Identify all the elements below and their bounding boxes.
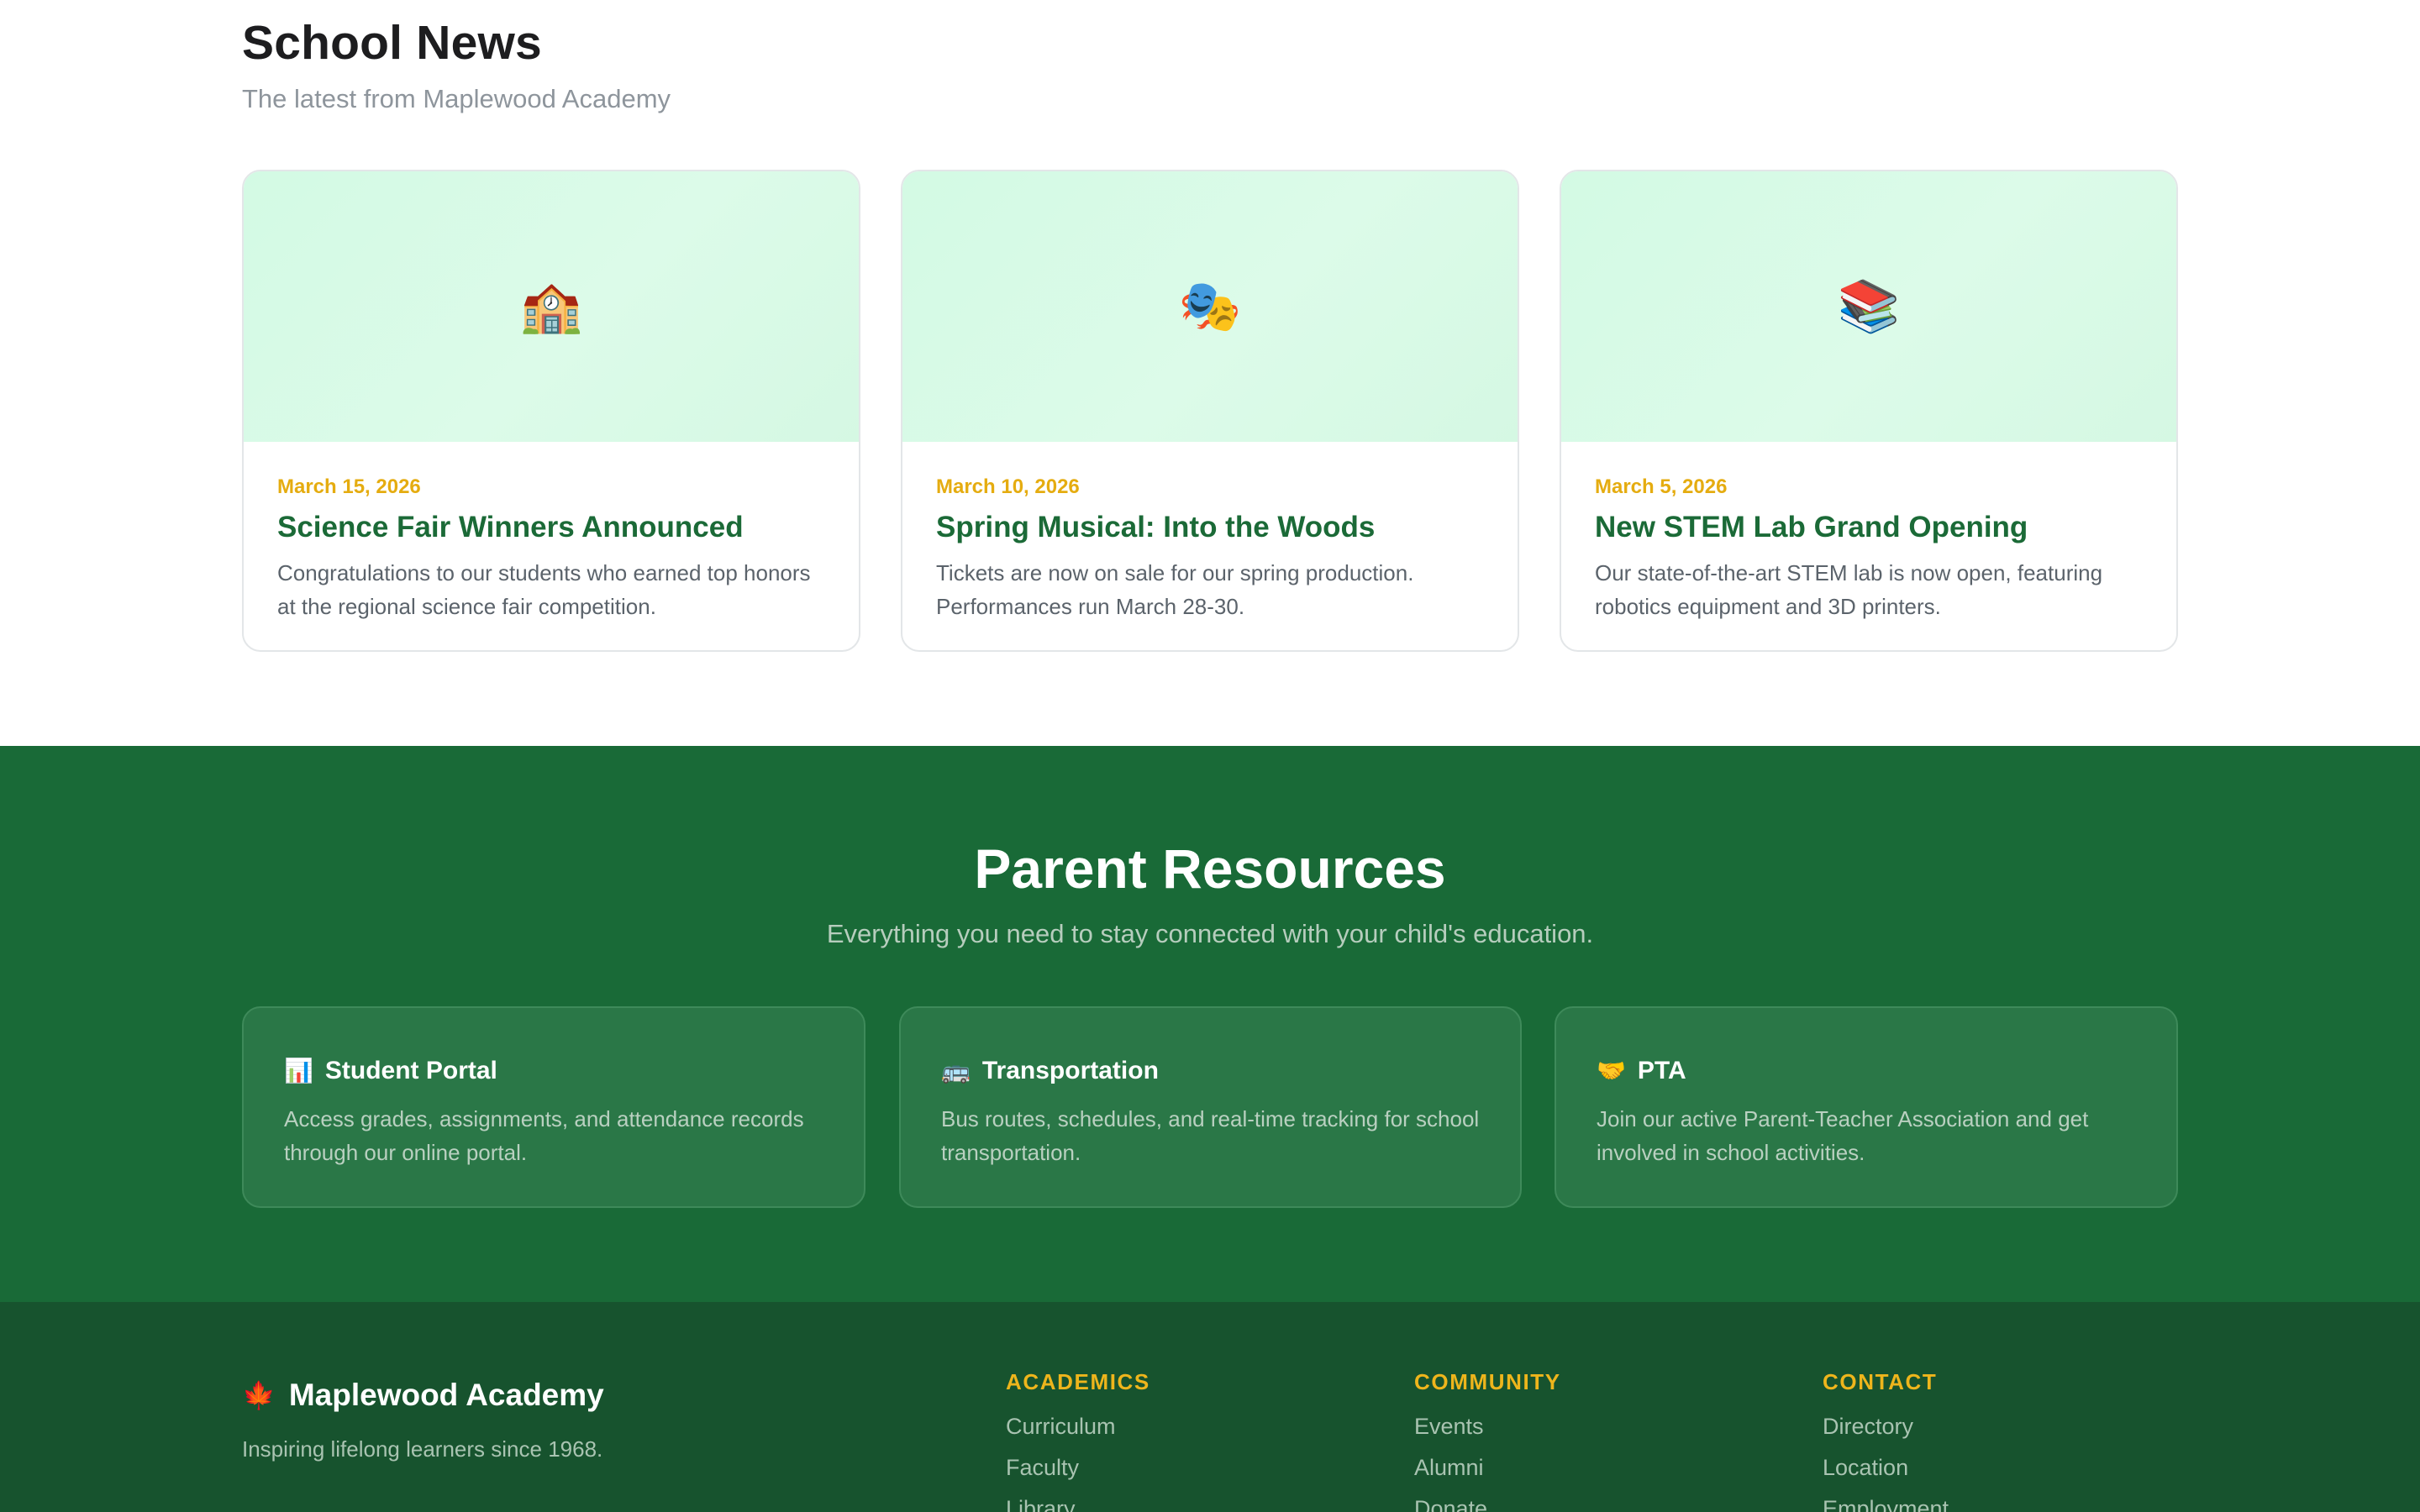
site-footer: 🍁 Maplewood Academy Inspiring lifelong l… [0, 1302, 2420, 1512]
footer-link-events[interactable]: Events [1414, 1414, 1750, 1440]
news-headline[interactable]: New STEM Lab Grand Opening [1595, 511, 2143, 544]
footer-column-community: COMMUNITY Events Alumni Donate [1414, 1369, 1750, 1512]
footer-link-curriculum[interactable]: Curriculum [1006, 1414, 1342, 1440]
news-card-image: 🏫 [244, 171, 859, 442]
news-excerpt: Congratulations to our students who earn… [277, 560, 811, 619]
theater-masks-icon: 🎭 [1178, 278, 1242, 334]
news-card-image: 📚 [1561, 171, 2176, 442]
news-headline[interactable]: Spring Musical: Into the Woods [936, 511, 1484, 544]
news-headline[interactable]: Science Fair Winners Announced [277, 511, 825, 544]
resource-card-student-portal[interactable]: 📊 Student Portal Access grades, assignme… [242, 1006, 865, 1208]
resource-description: Join our active Parent-Teacher Associati… [1597, 1106, 2089, 1165]
footer-brand[interactable]: 🍁 Maplewood Academy [242, 1378, 604, 1413]
news-card[interactable]: 🎭 March 10, 2026 Spring Musical: Into th… [901, 170, 1519, 652]
footer-link-directory[interactable]: Directory [1823, 1414, 2159, 1440]
brand-name: Maplewood Academy [288, 1378, 604, 1412]
news-date: March 15, 2026 [277, 475, 421, 498]
resource-card-pta[interactable]: 🤝 PTA Join our active Parent-Teacher Ass… [1555, 1006, 2178, 1208]
books-icon: 📚 [1837, 278, 1901, 334]
news-date: March 5, 2026 [1595, 475, 1728, 498]
news-card[interactable]: 📚 March 5, 2026 New STEM Lab Grand Openi… [1560, 170, 2178, 652]
school-building-icon: 🏫 [519, 278, 583, 334]
bar-chart-icon: 📊 [284, 1058, 313, 1084]
resource-title: PTA [1637, 1057, 1686, 1084]
footer-column-heading: CONTACT [1823, 1369, 1938, 1394]
school-news-section: School News The latest from Maplewood Ac… [0, 0, 2420, 746]
resource-description: Access grades, assignments, and attendan… [284, 1106, 804, 1165]
footer-column-academics: ACADEMICS Curriculum Faculty Library [1006, 1369, 1342, 1512]
news-excerpt: Tickets are now on sale for our spring p… [936, 560, 1414, 619]
maple-leaf-icon: 🍁 [242, 1380, 276, 1410]
footer-column-heading: COMMUNITY [1414, 1369, 1561, 1394]
footer-column-heading: ACADEMICS [1006, 1369, 1150, 1394]
footer-link-employment[interactable]: Employment [1823, 1496, 2159, 1512]
footer-column-contact: CONTACT Directory Location Employment [1823, 1369, 2159, 1512]
resource-card-transportation[interactable]: 🚌 Transportation Bus routes, schedules, … [899, 1006, 1522, 1208]
news-card-image: 🎭 [902, 171, 1518, 442]
section-title: Parent Resources [974, 837, 1446, 900]
footer-tagline: Inspiring lifelong learners since 1968. [242, 1436, 603, 1462]
resource-title: Student Portal [324, 1057, 497, 1084]
news-date: March 10, 2026 [936, 475, 1080, 498]
resource-title: Transportation [981, 1057, 1159, 1084]
section-subtitle: The latest from Maplewood Academy [242, 84, 671, 113]
resource-description: Bus routes, schedules, and real-time tra… [941, 1106, 1480, 1165]
news-excerpt: Our state-of-the-art STEM lab is now ope… [1595, 560, 2103, 619]
parent-resources-section: Parent Resources Everything you need to … [0, 746, 2420, 1302]
section-title: School News [242, 16, 542, 70]
footer-link-faculty[interactable]: Faculty [1006, 1455, 1342, 1481]
footer-link-library[interactable]: Library [1006, 1496, 1342, 1512]
handshake-icon: 🤝 [1597, 1058, 1626, 1084]
footer-link-location[interactable]: Location [1823, 1455, 2159, 1481]
footer-link-donate[interactable]: Donate [1414, 1496, 1750, 1512]
section-subtitle: Everything you need to stay connected wi… [826, 919, 1594, 948]
bus-icon: 🚌 [941, 1058, 971, 1084]
news-card[interactable]: 🏫 March 15, 2026 Science Fair Winners An… [242, 170, 860, 652]
footer-link-alumni[interactable]: Alumni [1414, 1455, 1750, 1481]
